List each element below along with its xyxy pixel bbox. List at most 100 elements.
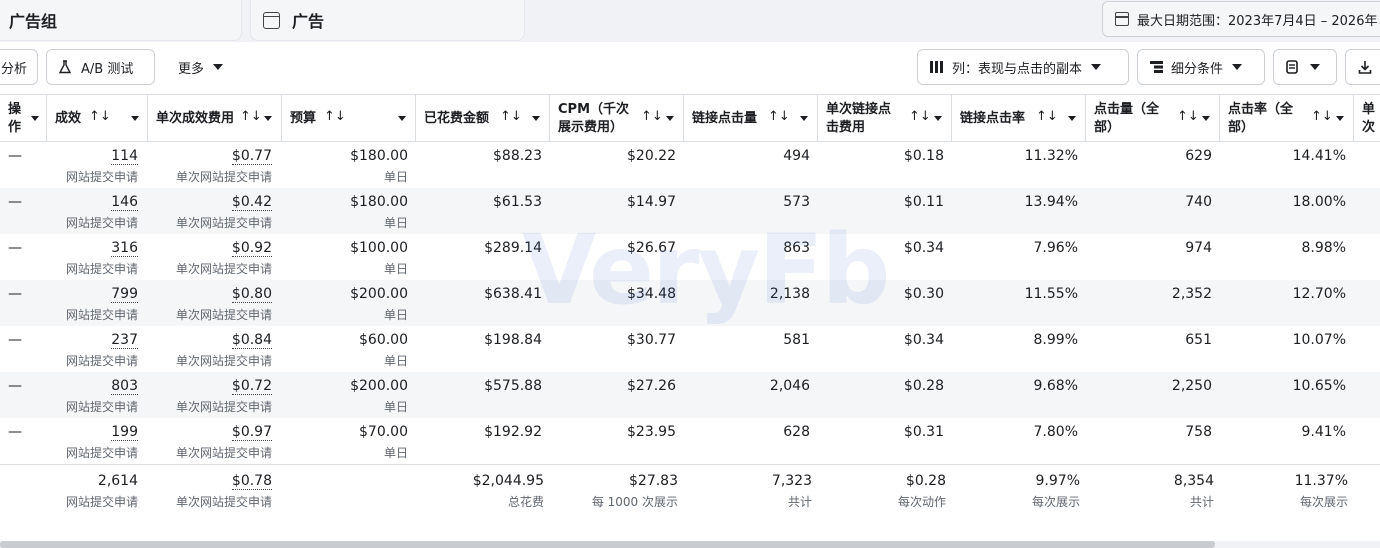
table-row[interactable]: — 114 网站提交申请 $0.77 单次网站提交申请 $180.00 单日 $88.23 $2…: [0, 142, 1380, 188]
column-header-amount-spent[interactable]: 已花费金额 ↑↓: [416, 95, 550, 142]
scrollbar-thumb[interactable]: [0, 541, 1215, 548]
cell-ctr-all: 10.07%: [1292, 332, 1346, 348]
cell-amount-spent: $61.53: [493, 194, 542, 210]
total-cost-per-result[interactable]: $0.78: [231, 473, 272, 490]
sort-icon[interactable]: ↑↓: [768, 109, 790, 124]
cell-amount-spent: $88.23: [493, 148, 542, 164]
date-range-label: 最大日期范围：2023年7月4日 – 2026年: [1137, 13, 1378, 29]
table-row[interactable]: — 316 网站提交申请 $0.92 单次网站提交申请 $100.00 单日 $289.14 $…: [0, 234, 1380, 280]
total-spent-sub: 总花费: [507, 495, 544, 509]
cell-link-clicks: 494: [783, 148, 810, 164]
cell-results[interactable]: 803: [111, 378, 138, 395]
column-header-cpm[interactable]: CPM（千次展示费用） ↑↓: [550, 95, 684, 142]
cell-ctr-all: 12.70%: [1292, 286, 1346, 302]
cell-cost-per-result[interactable]: $0.42: [231, 194, 272, 211]
cell-cpc-link: $0.18: [903, 148, 944, 164]
chevron-down-icon[interactable]: [532, 116, 540, 121]
chevron-down-icon[interactable]: [1068, 116, 1076, 121]
date-range-picker[interactable]: 最大日期范围：2023年7月4日 – 2026年: [1102, 1, 1380, 37]
total-results: 2,614: [97, 473, 138, 489]
breakdown-label: 细分条件: [1171, 61, 1224, 77]
column-header-cpc-all[interactable]: 单次: [1354, 95, 1380, 142]
sort-icon[interactable]: ↑↓: [909, 109, 931, 124]
cell-cost-per-result[interactable]: $0.97: [231, 424, 272, 441]
sort-icon[interactable]: ↑↓: [1177, 109, 1199, 124]
chevron-down-icon[interactable]: [31, 116, 39, 121]
cell-budget-sub: 单日: [383, 308, 408, 322]
chevron-down-icon: [213, 64, 224, 70]
table-row[interactable]: — 146 网站提交申请 $0.42 单次网站提交申请 $180.00 单日 $61.53 $1…: [0, 188, 1380, 234]
column-header-ctr-all[interactable]: 点击率（全部） ↑↓: [1220, 95, 1354, 142]
sort-icon[interactable]: ↑↓: [1036, 109, 1058, 124]
chevron-down-icon[interactable]: [131, 116, 139, 121]
export-button[interactable]: [1345, 49, 1380, 85]
column-header-cpc-link[interactable]: 单次链接点击费用 ↑↓: [818, 95, 952, 142]
reports-button[interactable]: [1273, 49, 1337, 85]
cell-cpc-link: $0.11: [903, 194, 944, 210]
cell-results[interactable]: 316: [111, 240, 138, 257]
sort-icon[interactable]: ↑↓: [324, 109, 346, 124]
sort-icon[interactable]: ↑↓: [89, 109, 111, 124]
cell-cost-per-result[interactable]: $0.72: [231, 378, 272, 395]
sort-icon[interactable]: ↑↓: [641, 109, 663, 124]
table-row[interactable]: — 237 网站提交申请 $0.84 单次网站提交申请 $60.00 单日 $198.84 $3…: [0, 326, 1380, 372]
cell-results[interactable]: 199: [111, 424, 138, 441]
cell-results[interactable]: 114: [111, 148, 138, 165]
column-header-actions[interactable]: 操作: [0, 95, 47, 142]
cell-results[interactable]: 146: [111, 194, 138, 211]
column-header-cost-per-result[interactable]: 单次成效费用 ↑↓: [148, 95, 282, 142]
cell-cpc-link: $0.28: [903, 378, 944, 394]
column-header-link-clicks[interactable]: 链接点击量 ↑↓: [684, 95, 818, 142]
cell-actions: —: [8, 286, 22, 302]
table-row[interactable]: — 799 网站提交申请 $0.80 单次网站提交申请 $200.00 单日 $638.41 $…: [0, 280, 1380, 326]
columns-button[interactable]: 列：表现与点击的副本: [917, 49, 1129, 85]
chevron-down-icon[interactable]: [1336, 116, 1344, 121]
column-header-budget[interactable]: 预算 ↑↓: [282, 95, 416, 142]
chevron-down-icon[interactable]: [398, 116, 406, 121]
sort-icon[interactable]: ↑↓: [240, 109, 262, 124]
column-header-clicks-all[interactable]: 点击量（全部） ↑↓: [1086, 95, 1220, 142]
chevron-down-icon[interactable]: [934, 116, 942, 121]
cell-clicks-all: 740: [1185, 194, 1212, 210]
cell-amount-spent: $198.84: [484, 332, 542, 348]
download-icon: [1358, 60, 1372, 74]
cell-cost-per-result-sub: 单次网站提交申请: [175, 170, 272, 184]
table-row[interactable]: — 803 网站提交申请 $0.72 单次网站提交申请 $200.00 单日 $575.88 $…: [0, 372, 1380, 418]
cell-results[interactable]: 799: [111, 286, 138, 303]
cell-ctr-all: 9.41%: [1301, 424, 1346, 440]
cell-link-clicks: 2,046: [769, 378, 810, 394]
more-button[interactable]: 更多: [168, 49, 240, 85]
cell-ctr-all: 18.00%: [1292, 194, 1346, 210]
chevron-down-icon[interactable]: [1202, 116, 1210, 121]
breakdown-button[interactable]: 细分条件: [1137, 49, 1265, 85]
cell-results[interactable]: 237: [111, 332, 138, 349]
cell-results-sub: 网站提交申请: [65, 446, 138, 460]
cell-link-clicks: 573: [783, 194, 810, 210]
sort-icon[interactable]: ↑↓: [500, 109, 522, 124]
cell-clicks-all: 2,250: [1171, 378, 1212, 394]
cell-cost-per-result[interactable]: $0.77: [231, 148, 272, 165]
tab-ad-sets[interactable]: 广告组: [0, 0, 242, 41]
chevron-down-icon[interactable]: [264, 116, 272, 121]
ab-test-button[interactable]: A/B 测试: [46, 49, 155, 85]
sort-icon[interactable]: ↑↓: [1311, 109, 1333, 124]
column-header-ctr-link[interactable]: 链接点击率 ↑↓: [952, 95, 1086, 142]
cell-cost-per-result[interactable]: $0.92: [231, 240, 272, 257]
cell-cost-per-result-sub: 单次网站提交申请: [175, 354, 272, 368]
cell-amount-spent: $289.14: [484, 240, 542, 256]
cell-results-sub: 网站提交申请: [65, 262, 138, 276]
column-title-link-clicks: 链接点击量: [692, 110, 758, 126]
reports-icon: [1286, 60, 1298, 74]
column-header-results[interactable]: 成效 ↑↓: [47, 95, 148, 142]
tab-ads[interactable]: 广告: [250, 0, 525, 41]
cell-cpm: $14.97: [627, 194, 676, 210]
cell-cost-per-result[interactable]: $0.84: [231, 332, 272, 349]
cell-amount-spent: $192.92: [484, 424, 542, 440]
chevron-down-icon[interactable]: [800, 116, 808, 121]
cell-actions: —: [8, 378, 22, 394]
table-row[interactable]: — 199 网站提交申请 $0.97 单次网站提交申请 $70.00 单日 $192.92 $2…: [0, 418, 1380, 464]
cell-cost-per-result[interactable]: $0.80: [231, 286, 272, 303]
analyze-button[interactable]: 分析: [0, 49, 38, 85]
chevron-down-icon[interactable]: [666, 116, 674, 121]
cell-actions: —: [8, 332, 22, 348]
